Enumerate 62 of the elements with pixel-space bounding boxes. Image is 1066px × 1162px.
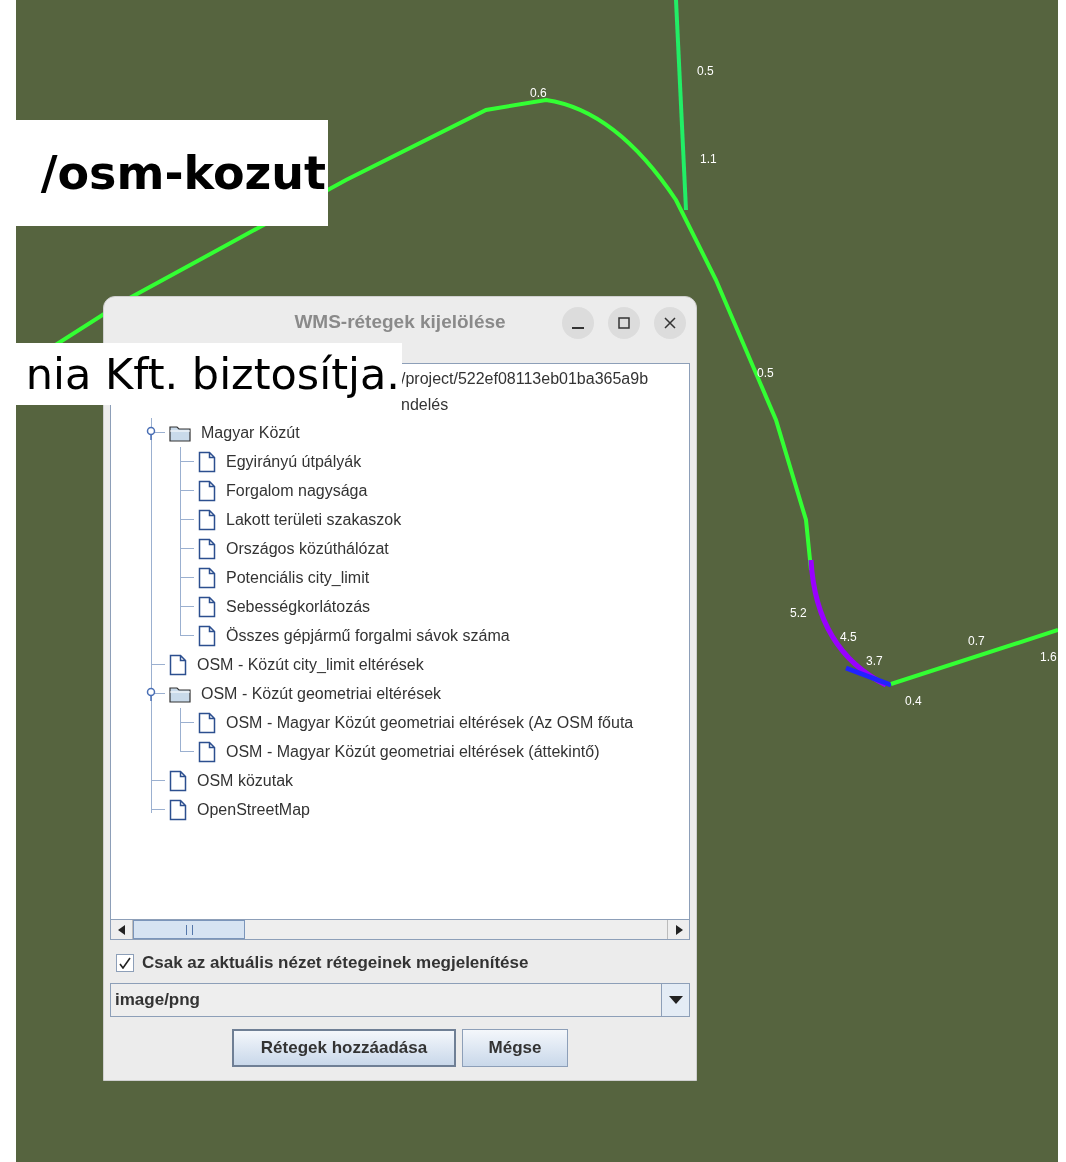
layer-label[interactable]: Potenciális city_limit xyxy=(226,565,370,590)
document-icon xyxy=(198,537,216,560)
layer-label[interactable]: Magyar Közút xyxy=(201,420,300,445)
layer-label[interactable]: /project/522ef08113eb01ba365a9b xyxy=(401,367,649,391)
close-icon xyxy=(664,317,676,329)
dropdown-caret-icon xyxy=(668,996,683,1004)
expand-handle-icon[interactable] xyxy=(146,426,156,440)
layer-label[interactable]: ndelés xyxy=(401,393,449,417)
layer-label[interactable]: OSM közutak xyxy=(197,768,294,793)
layer-label[interactable]: OpenStreetMap xyxy=(197,797,310,822)
folder-icon xyxy=(169,423,191,442)
document-icon xyxy=(169,653,187,676)
layer-label[interactable]: Összes gépjármű forgalmi sávok száma xyxy=(226,623,510,648)
document-icon xyxy=(198,595,216,618)
cancel-button[interactable]: Mégse xyxy=(462,1029,568,1067)
checkbox-label[interactable]: Csak az aktuális nézet rétegeinek megjelenítése xyxy=(142,950,529,976)
right-arrow-icon[interactable] xyxy=(674,924,683,935)
format-dropdown[interactable]: image/png xyxy=(110,983,690,1017)
expand-handle-icon[interactable] xyxy=(146,687,156,701)
window-title: WMS-rétegek kijelölése xyxy=(294,309,506,334)
road-value-label: 0.4 xyxy=(905,693,922,710)
add-layers-button[interactable]: Rétegek hozzáadása xyxy=(232,1029,456,1067)
document-icon xyxy=(198,479,216,502)
road-value-label: 4.5 xyxy=(840,629,857,646)
layer-label[interactable]: OSM - Közút geometriai eltérések xyxy=(201,681,442,706)
layer-label[interactable]: Lakott területi szakaszok xyxy=(226,507,402,532)
maximize-button[interactable] xyxy=(608,307,640,339)
road-value-label: 0.5 xyxy=(757,365,774,382)
caption-text: nia Kft. biztosítja. xyxy=(25,347,400,401)
document-icon xyxy=(169,769,187,792)
road-value-label: 0.6 xyxy=(530,85,547,102)
document-icon xyxy=(198,624,216,647)
road-value-label: 3.7 xyxy=(866,653,883,670)
document-icon xyxy=(169,798,187,821)
document-icon xyxy=(198,740,216,763)
left-arrow-icon[interactable] xyxy=(117,924,126,935)
road-value-label: 1.1 xyxy=(700,151,717,168)
horizontal-scrollbar[interactable] xyxy=(111,919,689,939)
layer-label[interactable]: Sebességkorlátozás xyxy=(226,594,371,619)
document-icon xyxy=(198,566,216,589)
scrollbar-thumb[interactable] xyxy=(133,920,245,939)
document-icon xyxy=(198,711,216,734)
layer-label[interactable]: Országos közúthálózat xyxy=(226,536,389,561)
layer-label[interactable]: OSM - Magyar Közút geometriai eltérések (Az OSM főuta xyxy=(226,710,634,735)
maximize-icon xyxy=(618,317,630,329)
checkbox[interactable] xyxy=(116,954,134,972)
minimize-icon xyxy=(572,327,584,329)
folder-icon xyxy=(169,684,191,703)
close-button[interactable] xyxy=(654,307,686,339)
road-value-label: 0.5 xyxy=(697,63,714,80)
road-value-label: 1.6 xyxy=(1040,649,1057,666)
minimize-button[interactable] xyxy=(562,307,594,339)
checkmark-icon xyxy=(119,957,131,969)
layer-label[interactable]: OSM - Közút city_limit eltérések xyxy=(197,652,424,677)
layer-label[interactable]: OSM - Magyar Közút geometriai eltérések (áttekintő) xyxy=(226,739,600,764)
road-value-label: 0.7 xyxy=(968,633,985,650)
layer-label[interactable]: Egyirányú útpályák xyxy=(226,449,362,474)
layer-label[interactable]: Forgalom nagysága xyxy=(226,478,368,503)
caption-text: /osm-kozut xyxy=(40,144,326,202)
document-icon xyxy=(198,508,216,531)
document-icon xyxy=(198,450,216,473)
road-value-label: 5.2 xyxy=(790,605,807,622)
